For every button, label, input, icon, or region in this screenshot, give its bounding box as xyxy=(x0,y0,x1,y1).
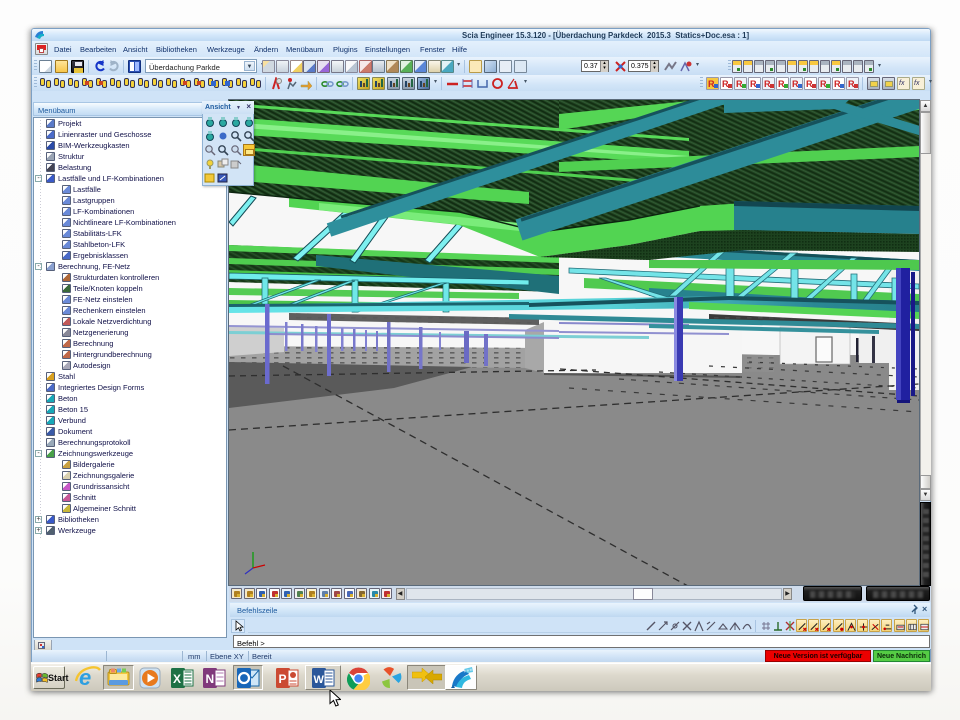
svg-text:W: W xyxy=(314,674,325,686)
svg-text:N: N xyxy=(206,672,215,686)
svg-text:X: X xyxy=(173,672,181,686)
svg-text:P: P xyxy=(279,672,287,686)
